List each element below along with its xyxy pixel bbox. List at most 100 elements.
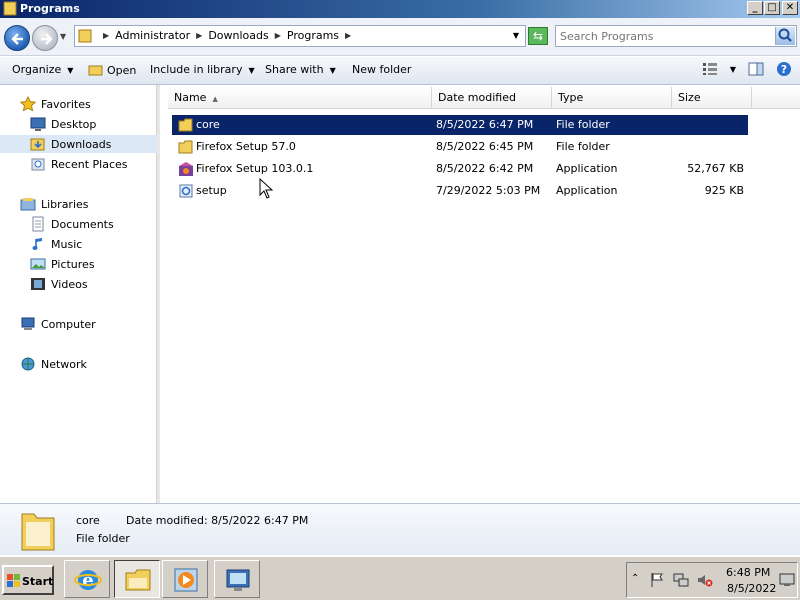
nav-label: Videos [51, 277, 88, 291]
taskbar-internet-explorer[interactable]: e [64, 560, 110, 598]
details-type: File folder [76, 532, 130, 545]
file-name: core [196, 118, 220, 131]
libraries-icon [20, 198, 36, 211]
nav-documents[interactable]: Documents [30, 215, 114, 233]
column-header-label: Size [678, 91, 701, 104]
search-box[interactable] [555, 25, 797, 47]
open-folder-icon [88, 65, 103, 76]
breadcrumb-programs[interactable]: Programs [287, 29, 339, 42]
open-button[interactable]: Open [88, 63, 136, 77]
maximize-button[interactable]: □ [764, 1, 780, 15]
folder-icon [178, 140, 193, 154]
clock-date[interactable]: 8/5/2022 [727, 582, 776, 595]
address-dropdown-icon[interactable]: ▼ [513, 31, 519, 40]
column-header-type[interactable]: Type [552, 87, 672, 109]
minimize-button[interactable]: _ [747, 1, 763, 15]
nav-desktop[interactable]: Desktop [30, 115, 96, 133]
file-type: Application [556, 184, 618, 197]
refresh-button[interactable]: ⇆ [528, 27, 548, 45]
back-button[interactable] [4, 25, 30, 51]
file-type: File folder [556, 118, 610, 131]
svg-text:?: ? [781, 63, 787, 76]
chevron-right-icon[interactable]: ▶ [345, 31, 351, 40]
setup-icon [179, 184, 193, 198]
open-label: Open [107, 64, 137, 77]
share-with-menu[interactable]: Share with ▼ [265, 63, 336, 76]
chevron-right-icon[interactable]: ▶ [275, 31, 281, 40]
search-input[interactable] [560, 29, 772, 44]
address-bar[interactable]: ▶ Administrator ▶ Downloads ▶ Programs ▶… [74, 25, 526, 47]
show-desktop-icon[interactable] [779, 573, 795, 587]
new-folder-label: New folder [352, 63, 412, 76]
title-bar[interactable]: Programs _ □ ✕ [0, 0, 800, 18]
desktop-icon [30, 117, 46, 131]
file-row-core[interactable]: core 8/5/2022 6:47 PM File folder [172, 115, 748, 135]
file-name: Firefox Setup 57.0 [196, 140, 296, 153]
preview-pane-icon[interactable] [748, 62, 764, 76]
clock-time[interactable]: 6:48 PM [726, 566, 770, 579]
details-pane: core Date modified: 8/5/2022 6:47 PM Fil… [0, 503, 800, 555]
breadcrumb-administrator[interactable]: Administrator [115, 29, 190, 42]
downloads-folder-icon [30, 138, 45, 151]
computer-icon [21, 317, 35, 330]
start-label: Start [22, 575, 54, 588]
close-button[interactable]: ✕ [782, 1, 798, 15]
file-name: Firefox Setup 103.0.1 [196, 162, 314, 175]
music-icon [32, 238, 42, 250]
nav-computer[interactable]: Computer [20, 315, 96, 333]
column-header-name[interactable]: Name ▲ [168, 87, 432, 109]
server-manager-icon [226, 569, 250, 591]
file-type: Application [556, 162, 618, 175]
folder-icon [78, 29, 92, 43]
navigation-pane: Favorites Desktop Downloads Recent Place… [0, 85, 157, 503]
start-button[interactable]: Start [2, 565, 54, 595]
nav-downloads[interactable]: Downloads [0, 135, 157, 153]
file-row-firefox-setup-103[interactable]: Firefox Setup 103.0.1 8/5/2022 6:42 PM A… [172, 159, 748, 179]
column-header-date-modified[interactable]: Date modified [432, 87, 552, 109]
column-header-label: Type [558, 91, 584, 104]
file-date: 8/5/2022 6:42 PM [436, 162, 534, 175]
folder-icon [3, 1, 17, 16]
nav-music[interactable]: Music [30, 235, 82, 253]
taskbar-media-player[interactable] [162, 560, 208, 598]
taskbar-server-manager[interactable] [214, 560, 260, 598]
recent-pages-dropdown[interactable]: ▼ [60, 32, 66, 41]
nav-label: Desktop [51, 117, 97, 131]
include-in-library-menu[interactable]: Include in library ▼ [150, 63, 255, 76]
svg-text:e: e [82, 570, 93, 591]
nav-network[interactable]: Network [20, 355, 87, 373]
network-status-icon[interactable] [673, 572, 689, 588]
windows-logo-icon [7, 574, 20, 587]
details-date-modified: Date modified: 8/5/2022 6:47 PM [126, 514, 309, 527]
nav-videos[interactable]: Videos [30, 275, 88, 293]
chevron-right-icon[interactable]: ▶ [196, 31, 202, 40]
large-folder-icon [21, 513, 55, 551]
star-icon [20, 96, 36, 112]
nav-label: Pictures [51, 257, 95, 271]
nav-label: Favorites [41, 97, 91, 111]
nav-label: Music [51, 237, 83, 251]
file-date: 7/29/2022 5:03 PM [436, 184, 541, 197]
column-header-size[interactable]: Size [672, 87, 752, 109]
flag-icon[interactable] [649, 572, 665, 588]
show-hidden-icons-icon[interactable]: ⌃ [631, 573, 639, 584]
taskbar-windows-explorer[interactable] [114, 560, 160, 598]
help-icon[interactable]: ? [776, 61, 792, 77]
new-folder-button[interactable]: New folder [352, 63, 411, 76]
nav-favorites[interactable]: Favorites [20, 95, 91, 113]
organize-menu[interactable]: Organize ▼ [12, 63, 73, 76]
view-options-icon[interactable] [702, 62, 718, 76]
file-type: File folder [556, 140, 610, 153]
volume-muted-icon[interactable] [697, 572, 713, 588]
nav-label: Recent Places [51, 157, 128, 171]
nav-libraries[interactable]: Libraries [20, 195, 89, 213]
chevron-down-icon[interactable]: ▶ [103, 31, 109, 40]
forward-button[interactable] [32, 25, 58, 51]
chevron-down-icon[interactable]: ▼ [730, 65, 736, 74]
file-row-firefox-setup-57[interactable]: Firefox Setup 57.0 8/5/2022 6:45 PM File… [172, 137, 748, 157]
nav-pictures[interactable]: Pictures [30, 255, 95, 273]
search-button[interactable] [775, 27, 795, 45]
breadcrumb-downloads[interactable]: Downloads [208, 29, 268, 42]
nav-recent-places[interactable]: Recent Places [30, 155, 128, 173]
column-header-label: Name [174, 91, 207, 104]
